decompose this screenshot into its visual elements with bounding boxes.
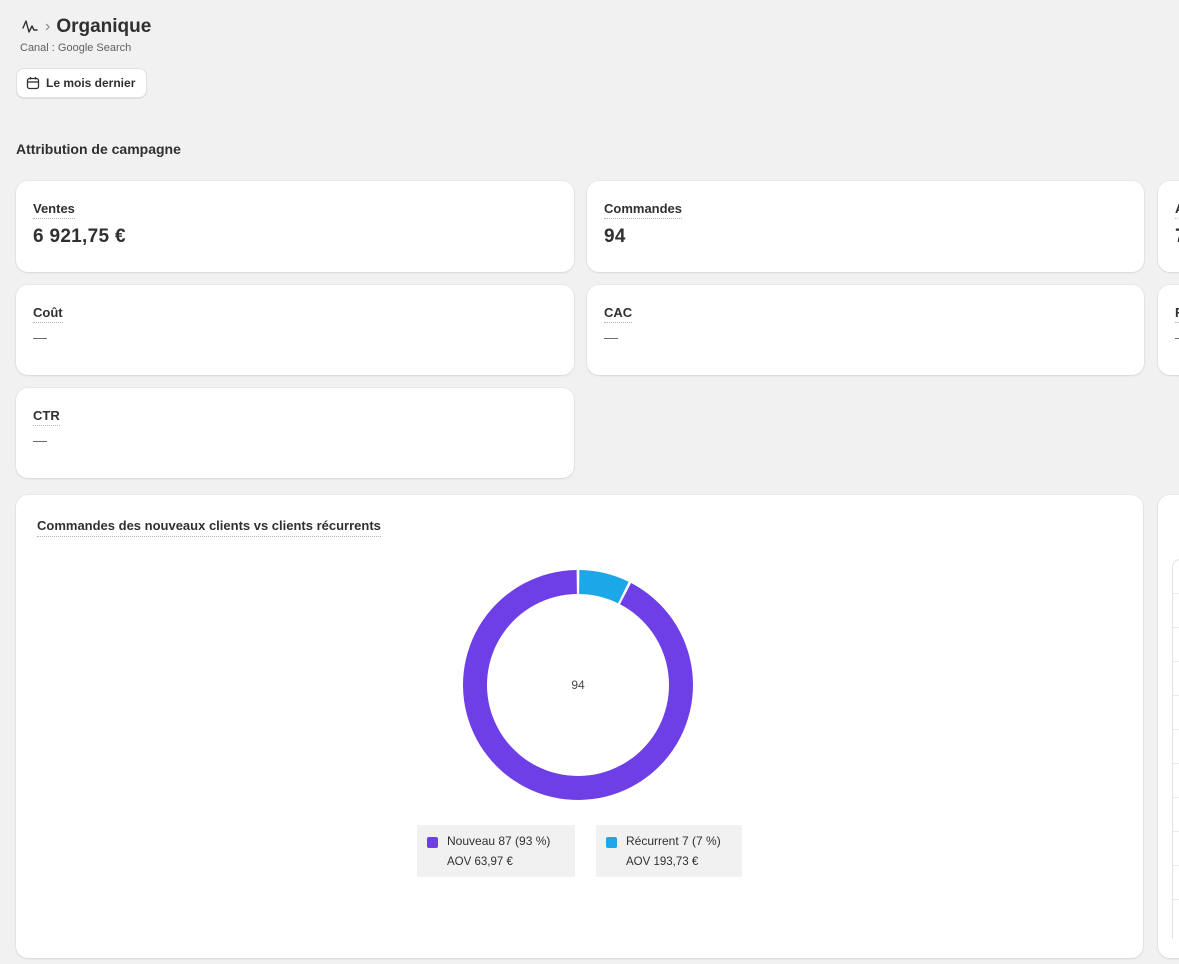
channel-subtitle: Canal : Google Search [20,42,132,54]
metric-card-partial[interactable]: A 7 [1158,181,1179,272]
page-title: Organique [56,16,152,37]
metric-label[interactable]: CTR [33,408,60,426]
metric-value: — [604,329,618,345]
metric-value: 94 [604,226,626,247]
metric-value: 6 921,75 € [33,226,126,247]
table-row [1173,866,1179,900]
metric-card-partial[interactable]: F — [1158,285,1179,375]
breadcrumb: › Organique [21,16,151,38]
page: › Organique Canal : Google Search Le moi… [0,0,1179,964]
date-range-label: Le mois dernier [46,76,136,90]
legend-swatch [606,837,617,848]
donut-chart: 94 [462,570,694,800]
legend-aov: AOV 63,97 € [447,856,513,868]
table-row [1173,560,1179,594]
metric-card-ventes[interactable]: Ventes 6 921,75 € [16,181,574,272]
metric-label[interactable]: Commandes [604,201,683,219]
metric-card-cac[interactable]: CAC — [587,285,1144,375]
metric-card-ctr[interactable]: CTR — [16,388,574,478]
table-row [1173,594,1179,628]
legend-aov: AOV 193,73 € [626,856,699,868]
table-row [1173,628,1179,662]
donut-center-total: 94 [571,678,585,692]
metric-card-commandes[interactable]: Commandes 94 [587,181,1144,272]
metric-card-cout[interactable]: Coût — [16,285,574,375]
date-range-button[interactable]: Le mois dernier [16,68,148,98]
calendar-icon [26,76,40,90]
table-row [1173,764,1179,798]
legend-item-recurrent[interactable]: Récurrent 7 (7 %) AOV 193,73 € [596,825,742,877]
metric-value: — [1175,329,1179,345]
legend-swatch [427,837,438,848]
table-row [1173,662,1179,696]
side-table-card [1158,495,1179,958]
marketing-icon[interactable] [21,18,39,36]
legend-label: Nouveau 87 (93 %) [447,834,551,848]
legend-item-nouveau[interactable]: Nouveau 87 (93 %) AOV 63,97 € [417,825,575,877]
metric-label[interactable]: A [1175,201,1179,219]
table-row [1173,730,1179,764]
metric-label[interactable]: Coût [33,305,63,323]
metric-label[interactable]: Ventes [33,201,75,219]
breadcrumb-separator: › [45,18,51,35]
legend-label: Récurrent 7 (7 %) [626,834,721,848]
metric-value: — [33,432,47,448]
side-table [1172,559,1179,939]
donut-slice-récurrent[interactable] [579,570,629,604]
donut-chart-card: Commandes des nouveaux clients vs client… [16,495,1143,958]
table-row [1173,696,1179,730]
table-row [1173,832,1179,866]
metric-label[interactable]: CAC [604,305,633,323]
metric-value: — [33,329,47,345]
metric-label[interactable]: F [1175,305,1179,323]
section-title: Attribution de campagne [16,141,181,157]
table-row [1173,798,1179,832]
metric-value: 7 [1175,226,1179,248]
